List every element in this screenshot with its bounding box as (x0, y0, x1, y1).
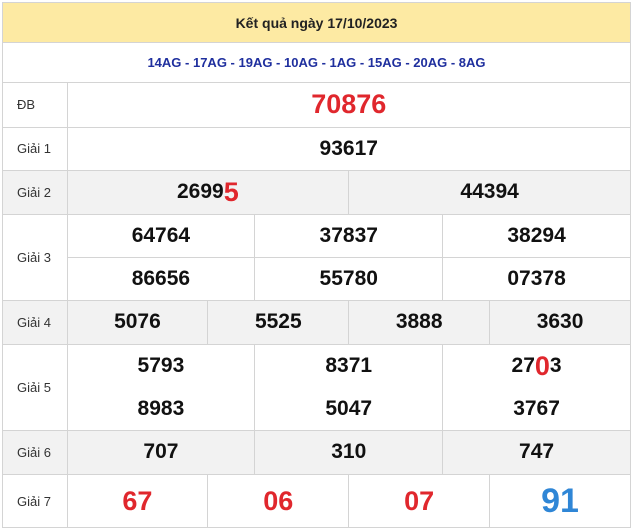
prize-5-number: 8983 (137, 396, 185, 420)
label-prize-6: Giải 6 (3, 429, 68, 475)
prize-6-number: 310 (254, 430, 442, 474)
row-special: ĐB 70876 (3, 83, 630, 128)
row-prize-7: Giải 7 67 06 07 91 (3, 473, 630, 528)
row-prize-1: Giải 1 93617 (3, 126, 630, 171)
label-prize-1: Giải 1 (3, 126, 68, 171)
prize-7-number: 07 (348, 474, 489, 528)
prize-4-number: 3630 (489, 300, 630, 344)
label-prize-7: Giải 7 (3, 473, 68, 528)
row-prize-5: Giải 5 5793 8371 27 0 3 8983 5047 3767 (3, 343, 630, 431)
prize-7-number: 67 (122, 485, 153, 516)
results-title: Kết quả ngày 17/10/2023 (3, 3, 630, 43)
prize-3-number: 38294 (442, 214, 630, 257)
prize-4-number: 3888 (348, 300, 489, 344)
prize-2-number: 44394 (348, 170, 630, 214)
prize-5-number: 8371 (254, 344, 442, 388)
special-prize-number: 70876 (66, 83, 630, 128)
ticket-codes: 14AG - 17AG - 19AG - 10AG - 1AG - 15AG -… (3, 43, 630, 83)
prize-7-number: 91 (489, 474, 630, 528)
prize-5-number: 27 0 3 (442, 344, 630, 388)
prize-4-number: 5525 (207, 300, 348, 344)
prize-2-highlight-digit: 5 (223, 176, 239, 207)
row-prize-2: Giải 2 2699 5 44394 (3, 169, 630, 215)
prize-3-number: 55780 (254, 257, 442, 300)
prize-5-number: 5047 (254, 387, 442, 430)
label-special: ĐB (3, 83, 68, 128)
prize-3-number: 37837 (254, 214, 442, 257)
results-board: Kết quả ngày 17/10/2023 14AG - 17AG - 19… (2, 2, 631, 528)
label-prize-4: Giải 4 (3, 299, 68, 345)
row-prize-4: Giải 4 5076 5525 3888 3630 (3, 299, 630, 345)
label-prize-3: Giải 3 (3, 213, 68, 301)
prize-3-number: 07378 (442, 257, 630, 300)
label-prize-5: Giải 5 (3, 343, 68, 431)
row-prize-3: Giải 3 64764 37837 38294 86656 55780 073… (3, 213, 630, 301)
prize-1-number: 93617 (66, 126, 630, 171)
prize-5-number: 5793 (137, 354, 185, 377)
label-prize-2: Giải 2 (3, 169, 68, 215)
prize-5-highlight-digit: 0 (534, 350, 550, 381)
prize-3-number: 64764 (131, 223, 191, 247)
results-table: ĐB 70876 Giải 1 93617 Giải 2 2699 5 44394… (3, 83, 630, 528)
row-prize-6: Giải 6 707 310 747 (3, 429, 630, 475)
prize-7-number: 06 (207, 474, 348, 528)
prize-4-number: 5076 (114, 310, 161, 333)
prize-3-number: 86656 (131, 266, 191, 290)
prize-6-number: 707 (143, 440, 179, 463)
prize-6-number: 747 (442, 430, 630, 474)
prize-5-number: 3767 (442, 387, 630, 430)
prize-2-number: 2699 5 (177, 176, 239, 207)
